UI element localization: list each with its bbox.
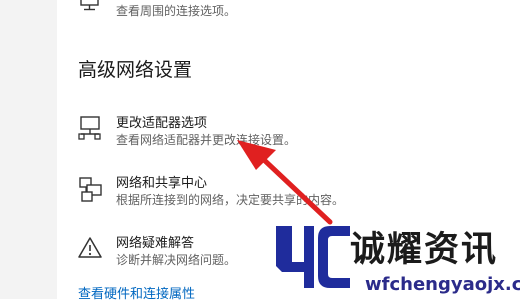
network-troubleshooter-title: 网络疑难解答 (116, 236, 195, 251)
network-adapter-icon (78, 116, 106, 144)
change-adapter-options-description: 查看网络适配器并更改连接设置。 (116, 133, 297, 147)
desktop-icon (78, 0, 106, 20)
network-sharing-icon (78, 176, 106, 204)
advanced-network-settings-heading: 高级网络设置 (78, 59, 193, 81)
change-adapter-options-title: 更改适配器选项 (116, 116, 208, 131)
network-sharing-center-description: 根据所连接到的网络，决定要共享的内容。 (116, 193, 345, 207)
nearby-connections-description: 查看周围的连接选项。 (116, 4, 237, 18)
network-sharing-center-title: 网络和共享中心 (116, 176, 208, 191)
watermark-url: wfchengyaojx.cn (365, 274, 520, 295)
warning-icon (78, 236, 106, 264)
navigation-pane (0, 0, 57, 299)
watermark-name: 诚耀资讯 (350, 230, 499, 270)
watermark-logo (276, 226, 350, 288)
watermark: 诚耀资讯 wfchengyaojx.cn (270, 218, 520, 299)
network-troubleshooter-description: 诊断并解决网络问题。 (116, 253, 237, 267)
hardware-connection-properties-link[interactable]: 查看硬件和连接属性 (78, 287, 195, 303)
